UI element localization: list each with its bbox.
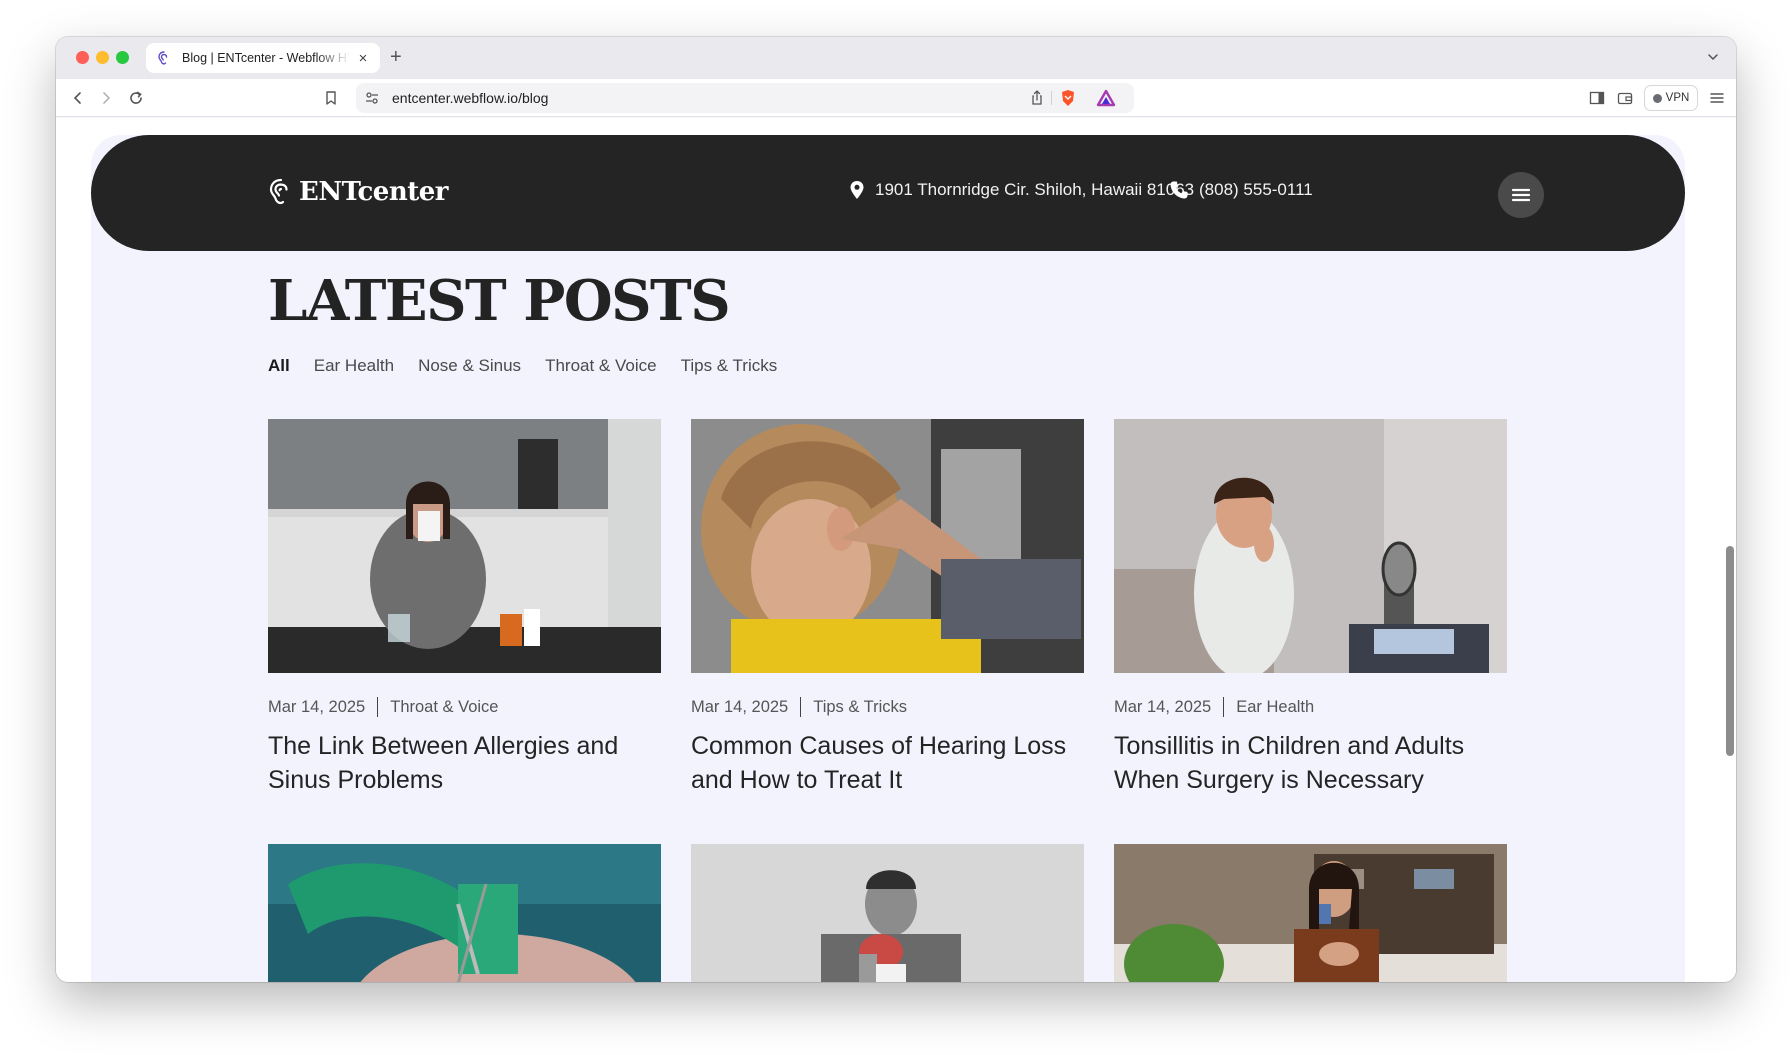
tab-blog[interactable]: Blog | ENTcenter - Webflow HTML website … [146, 43, 380, 73]
post-title[interactable]: Common Causes of Hearing Loss and How to… [691, 729, 1084, 797]
forward-icon[interactable] [96, 88, 116, 108]
hamburger-icon [1511, 188, 1531, 202]
site-settings-icon[interactable] [364, 90, 380, 106]
browser-window: Blog | ENTcenter - Webflow HTML website … [56, 37, 1736, 982]
post-card[interactable] [268, 844, 661, 982]
site-logo[interactable]: ENTcenter [267, 177, 448, 207]
post-category[interactable]: Ear Health [1236, 698, 1314, 717]
post-image[interactable] [691, 844, 1084, 982]
tab-title: Blog | ENTcenter - Webflow HTML website … [182, 51, 350, 65]
minimize-window-button[interactable] [96, 51, 109, 64]
site-header: ENTcenter 1901 Thornridge Cir. Shiloh, H… [91, 135, 1685, 251]
post-card[interactable] [1114, 844, 1507, 982]
new-tab-button[interactable]: + [390, 46, 402, 68]
post-date: Mar 14, 2025 [1114, 697, 1212, 716]
bookmark-icon[interactable] [322, 89, 340, 107]
filter-nose-sinus[interactable]: Nose & Sinus [418, 356, 521, 376]
post-image[interactable] [691, 419, 1084, 673]
phone-text: (808) 555-0111 [1199, 180, 1313, 199]
divider [1223, 697, 1225, 717]
chevron-down-icon[interactable] [1704, 48, 1722, 66]
browser-toolbar: entcenter.webflow.io/blog VPN [56, 79, 1736, 117]
page-viewport: ENTcenter 1901 Thornridge Cir. Shiloh, H… [56, 118, 1736, 982]
hamburger-menu-button[interactable] [1498, 172, 1544, 218]
tab-close-icon[interactable]: × [356, 50, 370, 67]
back-icon[interactable] [68, 88, 88, 108]
address-bar[interactable]: entcenter.webflow.io/blog [356, 83, 1134, 113]
post-card[interactable]: Mar 14, 2025 Ear Health Tonsillitis in C… [1114, 419, 1507, 797]
divider [800, 697, 802, 717]
maximize-window-button[interactable] [116, 51, 129, 64]
post-category[interactable]: Throat & Voice [390, 698, 498, 717]
post-card[interactable] [691, 844, 1084, 982]
wallet-icon[interactable] [1616, 89, 1634, 107]
header-phone[interactable]: (808) 555-0111 [1169, 180, 1313, 200]
post-meta: Mar 14, 2025 Tips & Tricks [691, 697, 1084, 717]
menu-icon[interactable] [1708, 89, 1726, 107]
filter-tips-tricks[interactable]: Tips & Tricks [681, 356, 778, 376]
filter-throat-voice[interactable]: Throat & Voice [545, 356, 657, 376]
filter-all[interactable]: All [268, 356, 290, 376]
brave-rewards-icon[interactable] [1096, 89, 1116, 107]
post-image[interactable] [268, 419, 661, 673]
divider [1051, 91, 1052, 105]
post-meta: Mar 14, 2025 Throat & Voice [268, 697, 661, 717]
post-card[interactable]: Mar 14, 2025 Throat & Voice The Link Bet… [268, 419, 661, 797]
post-category[interactable]: Tips & Tricks [813, 698, 907, 717]
page-scrollbar[interactable] [1726, 546, 1734, 756]
address-text: 1901 Thornridge Cir. Shiloh, Hawaii 8106… [875, 180, 1195, 199]
post-image[interactable] [268, 844, 661, 982]
ear-logo-icon [269, 178, 288, 205]
post-image[interactable] [1114, 844, 1507, 982]
header-address[interactable]: 1901 Thornridge Cir. Shiloh, Hawaii 8106… [849, 180, 1194, 200]
post-meta: Mar 14, 2025 Ear Health [1114, 697, 1507, 717]
post-image[interactable] [1114, 419, 1507, 673]
divider [377, 697, 379, 717]
vpn-button[interactable]: VPN [1644, 85, 1698, 111]
post-date: Mar 14, 2025 [691, 697, 789, 716]
post-card[interactable]: Mar 14, 2025 Tips & Tricks Common Causes… [691, 419, 1084, 797]
vpn-label: VPN [1665, 92, 1690, 104]
page-title: LATEST POSTS [268, 268, 731, 334]
reload-icon[interactable] [126, 88, 146, 108]
phone-icon [1170, 181, 1188, 199]
post-date: Mar 14, 2025 [268, 697, 366, 716]
map-pin-icon [850, 181, 864, 199]
tab-bar: Blog | ENTcenter - Webflow HTML website … [56, 37, 1736, 79]
url-text[interactable]: entcenter.webflow.io/blog [392, 90, 548, 106]
filter-ear-health[interactable]: Ear Health [314, 356, 394, 376]
logo-text: ENTcenter [299, 177, 448, 207]
post-title[interactable]: The Link Between Allergies and Sinus Pro… [268, 729, 661, 797]
post-title[interactable]: Tonsillitis in Children and Adults When … [1114, 729, 1507, 797]
ear-favicon-icon [156, 50, 172, 66]
category-filters: All Ear Health Nose & Sinus Throat & Voi… [268, 356, 801, 376]
sidebar-icon[interactable] [1588, 89, 1606, 107]
brave-shield-icon[interactable] [1058, 88, 1078, 108]
close-window-button[interactable] [76, 51, 89, 64]
share-icon[interactable] [1028, 89, 1046, 107]
vpn-status-icon [1652, 93, 1662, 103]
